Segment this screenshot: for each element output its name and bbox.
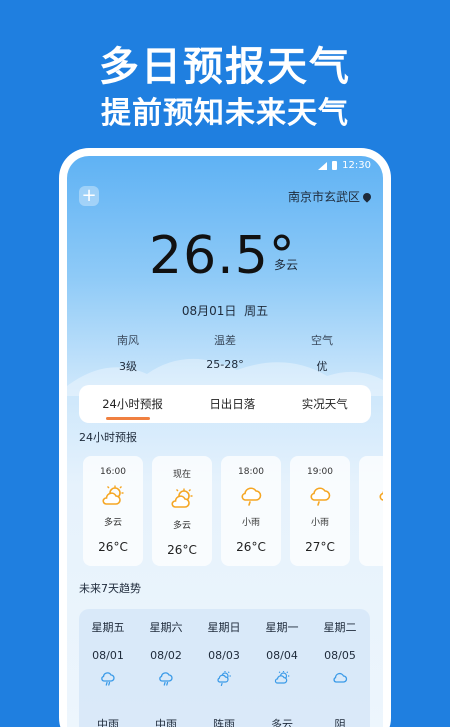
location-selector[interactable]: 南京市玄武区 — [287, 188, 373, 205]
hourly-condition: 多云 — [103, 518, 122, 528]
cloud-icon — [333, 672, 348, 683]
hourly-condition: 小雨 — [241, 518, 260, 528]
stat-value: 3级 — [119, 360, 137, 373]
hourly-card[interactable]: 16:00 多云 26°C — [83, 456, 143, 566]
daily-column[interactable]: 星期二 08/05 阴 — [311, 619, 369, 727]
hourly-card[interactable]: 2 小 2 — [359, 456, 383, 566]
hourly-section-title: 24小时预报 — [79, 431, 137, 444]
stat-label: 南风 — [117, 334, 139, 347]
daily-column[interactable]: 星期一 08/04 多云 — [253, 619, 311, 727]
hourly-temp: 26°C — [98, 540, 128, 554]
hourly-temp: 26°C — [236, 540, 266, 554]
daily-column[interactable]: 星期六 08/02 中雨 — [137, 619, 195, 727]
location-label: 南京市玄武区 — [287, 190, 360, 204]
light-rain-icon — [241, 487, 262, 506]
hourly-condition: 小 — [359, 515, 383, 528]
daily-condition: 阴 — [334, 718, 346, 727]
hourly-condition: 多云 — [172, 521, 191, 531]
hourly-time: 19:00 — [307, 467, 333, 477]
partly-cloudy-sun-icon — [274, 671, 290, 684]
sun-shower-icon — [217, 671, 231, 687]
hourly-forecast-list[interactable]: 16:00 多云 26°C 现在 多云 26°C 18:00 小雨 26°C 1… — [83, 456, 383, 566]
daily-weekday: 星期五 — [91, 621, 125, 634]
phone-frame: 12:30 + 南京市玄武区 26.5° 多云 08月01日 周五 南风 3级 … — [59, 148, 391, 727]
stat-wind: 南风 3级 — [117, 332, 139, 374]
tab-24h-forecast[interactable]: 24小时预报 — [98, 396, 167, 420]
hourly-time: 现在 — [172, 470, 191, 480]
status-time: 12:30 — [342, 160, 371, 171]
weekday-text: 周五 — [244, 304, 269, 318]
daily-condition: 阵雨 — [213, 718, 235, 727]
daily-column[interactable]: 星期五 08/01 中雨 — [79, 619, 137, 727]
status-bar: 12:30 — [317, 160, 371, 171]
promo-subtitle: 提前预知未来天气 — [101, 96, 349, 131]
hourly-temp: 26°C — [167, 543, 197, 557]
date-text: 08月01日 — [181, 304, 237, 318]
stat-label: 空气 — [311, 334, 333, 347]
daily-weekday: 星期一 — [265, 621, 299, 634]
hourly-condition: 小雨 — [310, 518, 329, 528]
daily-column[interactable]: 星期日 08/03 阵雨 — [195, 619, 253, 727]
battery-icon — [332, 161, 338, 170]
location-pin-icon — [361, 190, 373, 203]
light-rain-icon — [310, 487, 331, 506]
partly-cloudy-sun-icon — [171, 488, 193, 508]
hourly-time: 16:00 — [100, 467, 126, 477]
partly-cloudy-sun-icon — [102, 485, 124, 505]
hourly-time: 2 — [359, 467, 383, 477]
daily-weekday: 星期日 — [207, 621, 241, 634]
hourly-card[interactable]: 现在 多云 26°C — [152, 456, 212, 566]
tab-sunrise-sunset[interactable]: 日出日落 — [205, 396, 259, 412]
light-rain-icon — [379, 491, 383, 501]
daily-date: 08/02 — [150, 649, 182, 662]
stat-temp-range: 温差 25-28° — [206, 332, 243, 374]
add-city-button[interactable]: + — [79, 186, 99, 206]
daily-weekday: 星期六 — [149, 621, 183, 634]
daily-date: 08/03 — [208, 649, 240, 662]
current-stats: 南风 3级 温差 25-28° 空气 优 — [117, 332, 333, 374]
daily-condition: 多云 — [271, 718, 293, 727]
daily-date: 08/05 — [324, 649, 356, 662]
daily-date: 08/01 — [92, 649, 124, 662]
daily-weekday: 星期二 — [323, 621, 357, 634]
tab-live-weather[interactable]: 实况天气 — [298, 396, 352, 412]
forecast-tabs: 24小时预报 日出日落 实况天气 — [79, 385, 371, 423]
rain-cloud-icon — [101, 672, 115, 686]
hourly-card[interactable]: 19:00 小雨 27°C — [290, 456, 350, 566]
stat-label: 温差 — [214, 334, 236, 347]
daily-condition: 中雨 — [155, 718, 177, 727]
rain-cloud-icon — [159, 672, 173, 686]
daily-section-title: 未来7天趋势 — [79, 582, 141, 595]
daily-forecast-panel: 星期五 08/01 中雨 星期六 08/02 中雨 星期日 08/03 阵雨 星… — [79, 609, 370, 727]
hourly-temp: 2 — [359, 540, 383, 554]
stat-air: 空气 优 — [311, 332, 333, 374]
promo-title: 多日预报天气 — [99, 44, 351, 90]
current-condition: 多云 — [274, 258, 299, 272]
signal-icon — [317, 161, 328, 170]
current-date: 08月01日 周五 — [67, 302, 383, 319]
daily-condition: 中雨 — [97, 718, 119, 727]
daily-date: 08/04 — [266, 649, 298, 662]
stat-value: 优 — [316, 360, 328, 373]
hourly-time: 18:00 — [238, 467, 264, 477]
hourly-card[interactable]: 18:00 小雨 26°C — [221, 456, 281, 566]
stat-value: 25-28° — [206, 358, 244, 371]
hourly-temp: 27°C — [305, 540, 335, 554]
app-screen: 12:30 + 南京市玄武区 26.5° 多云 08月01日 周五 南风 3级 … — [67, 156, 383, 727]
